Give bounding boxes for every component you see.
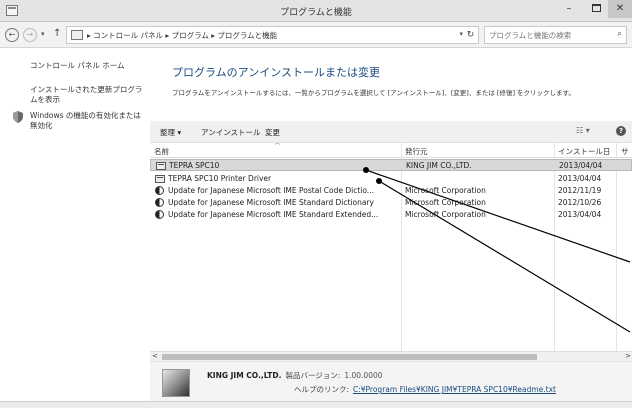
sidebar-item-control-panel-home[interactable]: コントロール パネル ホーム xyxy=(30,61,125,71)
program-name: TEPRA SPC10 Printer Driver xyxy=(168,174,272,183)
details-help-line: ヘルプのリンク: C:¥Program Files¥KING JIM¥TEPRA … xyxy=(207,384,556,395)
change-button[interactable]: 変更 xyxy=(265,127,280,138)
program-publisher: KING JIM CO.,LTD. xyxy=(406,161,472,170)
scroll-left-icon[interactable]: < xyxy=(152,352,158,360)
sort-ascending-icon: ^ xyxy=(274,143,281,150)
program-name: Update for Japanese Microsoft IME Postal… xyxy=(168,186,374,195)
view-options-icon[interactable]: ☷ ▾ xyxy=(576,126,590,135)
scrollbar-thumb[interactable] xyxy=(162,354,537,360)
search-icon[interactable]: ⌕ xyxy=(617,29,622,39)
list-item[interactable]: TEPRA SPC10 Printer Driver 2013/04/04 xyxy=(150,173,632,185)
details-publisher-line: KING JIM CO.,LTD. 製品バージョン: 1.00.0000 xyxy=(207,370,383,381)
details-version-label: 製品バージョン: xyxy=(285,371,341,380)
list-item[interactable]: Update for Japanese Microsoft IME Standa… xyxy=(150,197,632,209)
ime-icon xyxy=(155,198,164,207)
sidebar: コントロール パネル ホーム インストールされた更新プログラムを表示 Windo… xyxy=(0,49,150,380)
sidebar-item-windows-features[interactable]: Windows の機能の有効化または無効化 xyxy=(30,111,148,131)
uninstall-button[interactable]: アンインストール xyxy=(201,127,261,138)
program-publisher: Microsoft Corporation xyxy=(405,198,486,207)
address-bar: ← → ▾ ↑ ▸ コントロール パネル ▸ プログラム ▸ プログラムと機能 … xyxy=(0,22,632,48)
page-title: プログラムのアンインストールまたは変更 xyxy=(172,66,381,79)
refresh-button[interactable]: ↻ xyxy=(463,26,479,44)
control-panel-icon xyxy=(71,30,83,40)
command-toolbar: 整理 ▾ アンインストール 変更 ☷ ▾ ? xyxy=(150,121,632,143)
program-installed-date: 2012/10/26 xyxy=(558,198,602,207)
program-name: Update for Japanese Microsoft IME Standa… xyxy=(168,198,374,207)
breadcrumb[interactable]: ▸ コントロール パネル ▸ プログラム ▸ プログラムと機能 ▾ xyxy=(66,26,468,44)
list-item[interactable]: Update for Japanese Microsoft IME Standa… xyxy=(150,209,632,221)
column-header-name[interactable]: 名前 xyxy=(154,146,169,157)
sidebar-item-installed-updates[interactable]: インストールされた更新プログラムを表示 xyxy=(30,85,148,105)
help-icon[interactable]: ? xyxy=(616,126,626,136)
program-installed-date: 2012/11/19 xyxy=(558,186,602,195)
program-publisher: Microsoft Corporation xyxy=(405,186,486,195)
horizontal-scrollbar[interactable]: < > xyxy=(150,351,632,361)
up-button[interactable]: ↑ xyxy=(53,28,61,39)
program-installed-date: 2013/04/04 xyxy=(558,210,602,219)
list-item-selected[interactable]: TEPRA SPC10 KING JIM CO.,LTD. 2013/04/04 xyxy=(150,159,632,171)
details-publisher: KING JIM CO.,LTD. xyxy=(207,371,282,380)
shield-icon xyxy=(13,111,23,123)
minimize-button[interactable]: – xyxy=(557,0,581,18)
organize-menu[interactable]: 整理 ▾ xyxy=(160,127,181,138)
program-name: Update for Japanese Microsoft IME Standa… xyxy=(168,210,379,219)
program-large-icon xyxy=(162,369,190,397)
maximize-icon xyxy=(591,4,601,12)
column-header-publisher[interactable]: 発行元 xyxy=(405,146,428,157)
recent-pages-dropdown[interactable]: ▾ xyxy=(41,30,45,38)
details-help-label: ヘルプのリンク: xyxy=(293,385,349,394)
column-header-installed[interactable]: インストール日 xyxy=(558,146,610,157)
close-button[interactable]: ✕ xyxy=(608,0,632,18)
status-bar xyxy=(0,401,632,408)
scroll-right-icon[interactable]: > xyxy=(625,352,631,360)
program-publisher: Microsoft Corporation xyxy=(405,210,486,219)
program-installed-date: 2013/04/04 xyxy=(559,161,603,170)
search-input[interactable] xyxy=(489,29,609,41)
window-title: プログラムと機能 xyxy=(280,8,352,18)
maximize-button[interactable] xyxy=(584,0,608,18)
page-description: プログラムをアンインストールするには、一覧からプログラムを選択して [アンインス… xyxy=(172,89,575,97)
back-button[interactable]: ← xyxy=(5,28,19,42)
search-box[interactable]: ⌕ xyxy=(484,26,627,44)
details-version-value: 1.00.0000 xyxy=(344,371,383,380)
forward-button[interactable]: → xyxy=(23,28,37,42)
breadcrumb-path[interactable]: ▸ コントロール パネル ▸ プログラム ▸ プログラムと機能 xyxy=(87,30,277,41)
details-pane: KING JIM CO.,LTD. 製品バージョン: 1.00.0000 ヘルプのリ… xyxy=(150,361,632,401)
list-header: 名前 ^ 発行元 インストール日 サイ xyxy=(150,143,632,167)
details-help-link[interactable]: C:¥Program Files¥KING JIM¥TEPRA SPC10¥Re… xyxy=(353,385,556,394)
program-icon xyxy=(156,162,166,170)
ime-icon xyxy=(155,210,164,219)
program-name: TEPRA SPC10 xyxy=(169,161,220,170)
list-item[interactable]: Update for Japanese Microsoft IME Postal… xyxy=(150,185,632,197)
program-list: 名前 ^ 発行元 インストール日 サイ TEPRA SPC10 KING JIM… xyxy=(150,143,632,351)
ime-icon xyxy=(155,186,164,195)
title-bar: プログラムと機能 – ✕ xyxy=(0,0,632,22)
program-icon xyxy=(155,175,165,183)
program-installed-date: 2013/04/04 xyxy=(558,174,602,183)
